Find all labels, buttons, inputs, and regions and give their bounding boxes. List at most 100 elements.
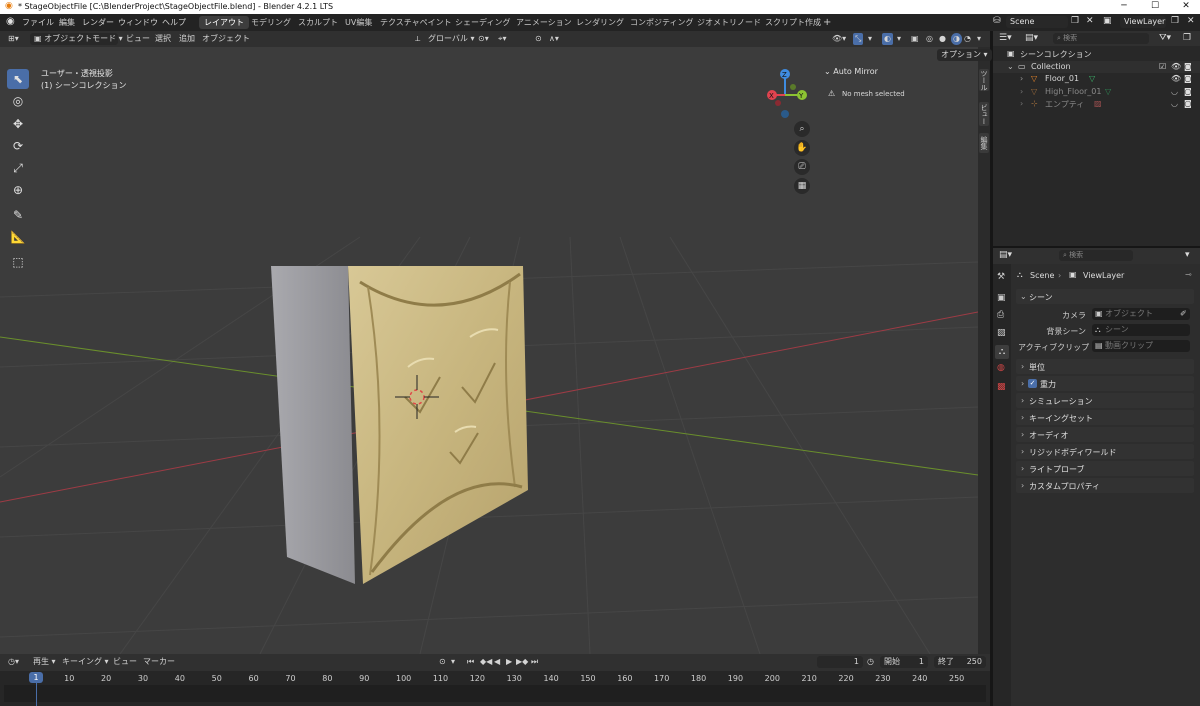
keying-menu[interactable]: キーイング ▾ — [62, 656, 109, 668]
rotate-tool-icon[interactable]: ⟳ — [7, 136, 29, 156]
units-section[interactable]: › 単位 — [1016, 359, 1194, 374]
eye-icon[interactable]: 👁 — [1171, 62, 1181, 71]
zoom-icon[interactable]: ⌕ — [794, 121, 810, 137]
outliner-editor-type-icon[interactable]: ☰▾ — [999, 33, 1012, 43]
viewlayer-icon[interactable]: ▣ — [1103, 16, 1112, 26]
menu-view[interactable]: ビュー — [126, 33, 150, 45]
material-shading-icon[interactable]: ◑ — [951, 33, 962, 45]
falloff-icon[interactable]: ∧▾ — [549, 33, 559, 45]
camera-field[interactable]: ▣ オブジェクト ✐ — [1092, 308, 1190, 320]
eye-hidden-icon[interactable]: ◡ — [1171, 87, 1178, 96]
outliner-display-mode-icon[interactable]: ▤▾ — [1025, 33, 1038, 43]
overlay-toggle-icon[interactable]: ◐ — [882, 33, 893, 45]
annotate-tool-icon[interactable]: ✎ — [7, 205, 29, 225]
jump-end-icon[interactable]: ⏭ — [531, 656, 538, 668]
editor-type-icon[interactable]: ⊞▾ — [8, 33, 19, 45]
outliner-item-high-floor-01[interactable]: › ▽ High_Floor_01 ▽ ◡ ◙ — [993, 86, 1200, 98]
area-splitter-vertical[interactable] — [990, 31, 993, 706]
outliner-search-input[interactable]: ⌕ 検索 — [1053, 33, 1149, 44]
menu-edit[interactable]: 編集 — [59, 17, 75, 28]
expand-chevron-icon[interactable]: › — [1020, 87, 1023, 96]
active-clip-field[interactable]: ▤ 動画クリップ — [1092, 340, 1190, 352]
tab-tool[interactable]: ツール — [979, 69, 989, 91]
expand-chevron-icon[interactable]: ⌄ — [1007, 62, 1014, 71]
eye-icon[interactable]: 👁 — [1171, 74, 1181, 83]
perspective-toggle-icon[interactable]: ▦ — [794, 178, 810, 194]
timeline-editor-type-icon[interactable]: ◷▾ — [8, 656, 19, 668]
mode-selector[interactable]: ▣ オブジェクトモード ▾ — [30, 33, 123, 45]
outliner-collection-row[interactable]: ⌄ ▭ Collection ☑ 👁 ◙ — [993, 61, 1200, 73]
camera-view-icon[interactable]: ⎚ — [794, 159, 810, 175]
solid-shading-icon[interactable]: ● — [939, 33, 946, 45]
blender-menu-icon[interactable]: ◉ — [6, 16, 15, 27]
add-cube-tool-icon[interactable]: ⬚ — [7, 252, 29, 272]
rendered-shading-icon[interactable]: ◔ — [964, 33, 971, 45]
tab-geometry-nodes[interactable]: ジオメトリノード — [692, 16, 766, 29]
delete-scene-icon[interactable]: ✕ — [1086, 16, 1094, 26]
output-tab-icon[interactable]: ⎙ — [997, 310, 1004, 320]
tab-rendering[interactable]: レンダリング — [571, 16, 629, 29]
playback-menu[interactable]: 再生 ▾ — [33, 656, 56, 668]
minimize-button[interactable]: ─ — [1110, 0, 1138, 14]
play-icon[interactable]: ▶ — [506, 656, 512, 668]
3d-viewport[interactable]: Z Y X ⬉ ◎ ✥ ⟳ ⤢ ⊕ ✎ 📐 ⬚ ユーザー・透視投影 (1) シー… — [0, 47, 978, 654]
auto-mirror-header[interactable]: ⌄ Auto Mirror — [824, 67, 878, 76]
audio-section[interactable]: › オーディオ — [1016, 427, 1194, 442]
current-frame-field[interactable]: 1 — [817, 656, 863, 668]
outliner-item-floor-01[interactable]: › ▽ Floor_01 ▽ 👁 ◙ — [993, 73, 1200, 85]
mesh-object[interactable] — [271, 266, 528, 584]
properties-editor-type-icon[interactable]: ▤▾ — [999, 250, 1012, 260]
move-tool-icon[interactable]: ✥ — [7, 114, 29, 134]
new-scene-icon[interactable]: ❐ — [1071, 16, 1079, 26]
tab-view[interactable]: ビュー — [979, 102, 989, 126]
menu-file[interactable]: ファイル — [22, 17, 54, 28]
properties-options-icon[interactable]: ▾ — [1185, 250, 1190, 260]
camera-icon[interactable]: ◙ — [1184, 62, 1192, 71]
transform-orientation-dropdown[interactable]: グローバル ▾ — [428, 33, 474, 45]
play-reverse-icon[interactable]: ◀ — [494, 656, 500, 668]
scale-tool-icon[interactable]: ⤢ — [7, 158, 29, 178]
camera-icon[interactable]: ◙ — [1184, 74, 1192, 83]
tool-tab-icon[interactable]: ⚒ — [997, 272, 1005, 282]
menu-add[interactable]: 追加 — [179, 33, 195, 45]
snap-icon[interactable]: ⌖▾ — [498, 33, 507, 45]
clock-icon[interactable]: ◷ — [867, 656, 874, 668]
new-viewlayer-icon[interactable]: ❐ — [1171, 16, 1179, 26]
pin-icon[interactable]: ⊸ — [1185, 270, 1192, 279]
viewlayer-selector[interactable]: ViewLayer — [1120, 16, 1166, 28]
pivot-point-icon[interactable]: ⊙▾ — [478, 33, 489, 45]
add-workspace-button[interactable]: + — [818, 16, 836, 29]
viewport-options-button[interactable]: オプション ▾ — [937, 49, 992, 61]
expand-chevron-icon[interactable]: › — [1020, 99, 1023, 108]
tab-texture-paint[interactable]: テクスチャペイント — [375, 16, 457, 29]
menu-help[interactable]: ヘルプ — [162, 17, 186, 28]
navigation-gizmo[interactable]: Z Y X — [767, 69, 807, 118]
custom-properties-section[interactable]: › カスタムプロパティ — [1016, 478, 1194, 493]
start-frame-field[interactable]: 開始 1 — [880, 656, 928, 668]
menu-object[interactable]: オブジェクト — [202, 33, 250, 45]
view-layer-tab-icon[interactable]: ▧ — [997, 328, 1006, 338]
tab-shading[interactable]: シェーディング — [450, 16, 515, 29]
scene-section-header[interactable]: ⌄ シーン — [1016, 289, 1194, 304]
area-splitter-horizontal[interactable] — [993, 246, 1200, 248]
world-tab-icon[interactable]: ◍ — [997, 363, 1005, 373]
outliner-item-empty[interactable]: › ⊹ エンプティ ▨ ◡ ◙ — [993, 98, 1200, 110]
shading-dropdown-icon[interactable]: ▾ — [977, 33, 981, 45]
light-probes-section[interactable]: › ライトプローブ — [1016, 461, 1194, 476]
rigid-body-world-section[interactable]: › リジッドボディワールド — [1016, 444, 1194, 459]
gizmo-toggle-icon[interactable]: ⤡ — [853, 33, 864, 45]
cursor-tool-icon[interactable]: ◎ — [7, 91, 29, 111]
prev-keyframe-icon[interactable]: ◆◀ — [480, 656, 492, 668]
tab-modeling[interactable]: モデリング — [246, 16, 296, 29]
wireframe-shading-icon[interactable]: ◎ — [926, 33, 933, 45]
scene-tab-icon[interactable]: ⛬ — [995, 345, 1009, 359]
maximize-button[interactable]: ☐ — [1141, 0, 1169, 14]
visibility-icon[interactable]: 👁▾ — [832, 33, 846, 45]
camera-icon[interactable]: ◙ — [1184, 87, 1192, 96]
tab-scripting[interactable]: スクリプト作成 — [760, 16, 826, 29]
texture-tab-icon[interactable]: ▩ — [997, 382, 1006, 392]
outliner-root-row[interactable]: ▣ シーンコレクション — [993, 48, 1200, 60]
record-options-icon[interactable]: ▾ — [451, 656, 455, 668]
timeline-view-menu[interactable]: ビュー — [113, 656, 137, 668]
gizmo-neg-z-axis[interactable] — [781, 110, 789, 118]
